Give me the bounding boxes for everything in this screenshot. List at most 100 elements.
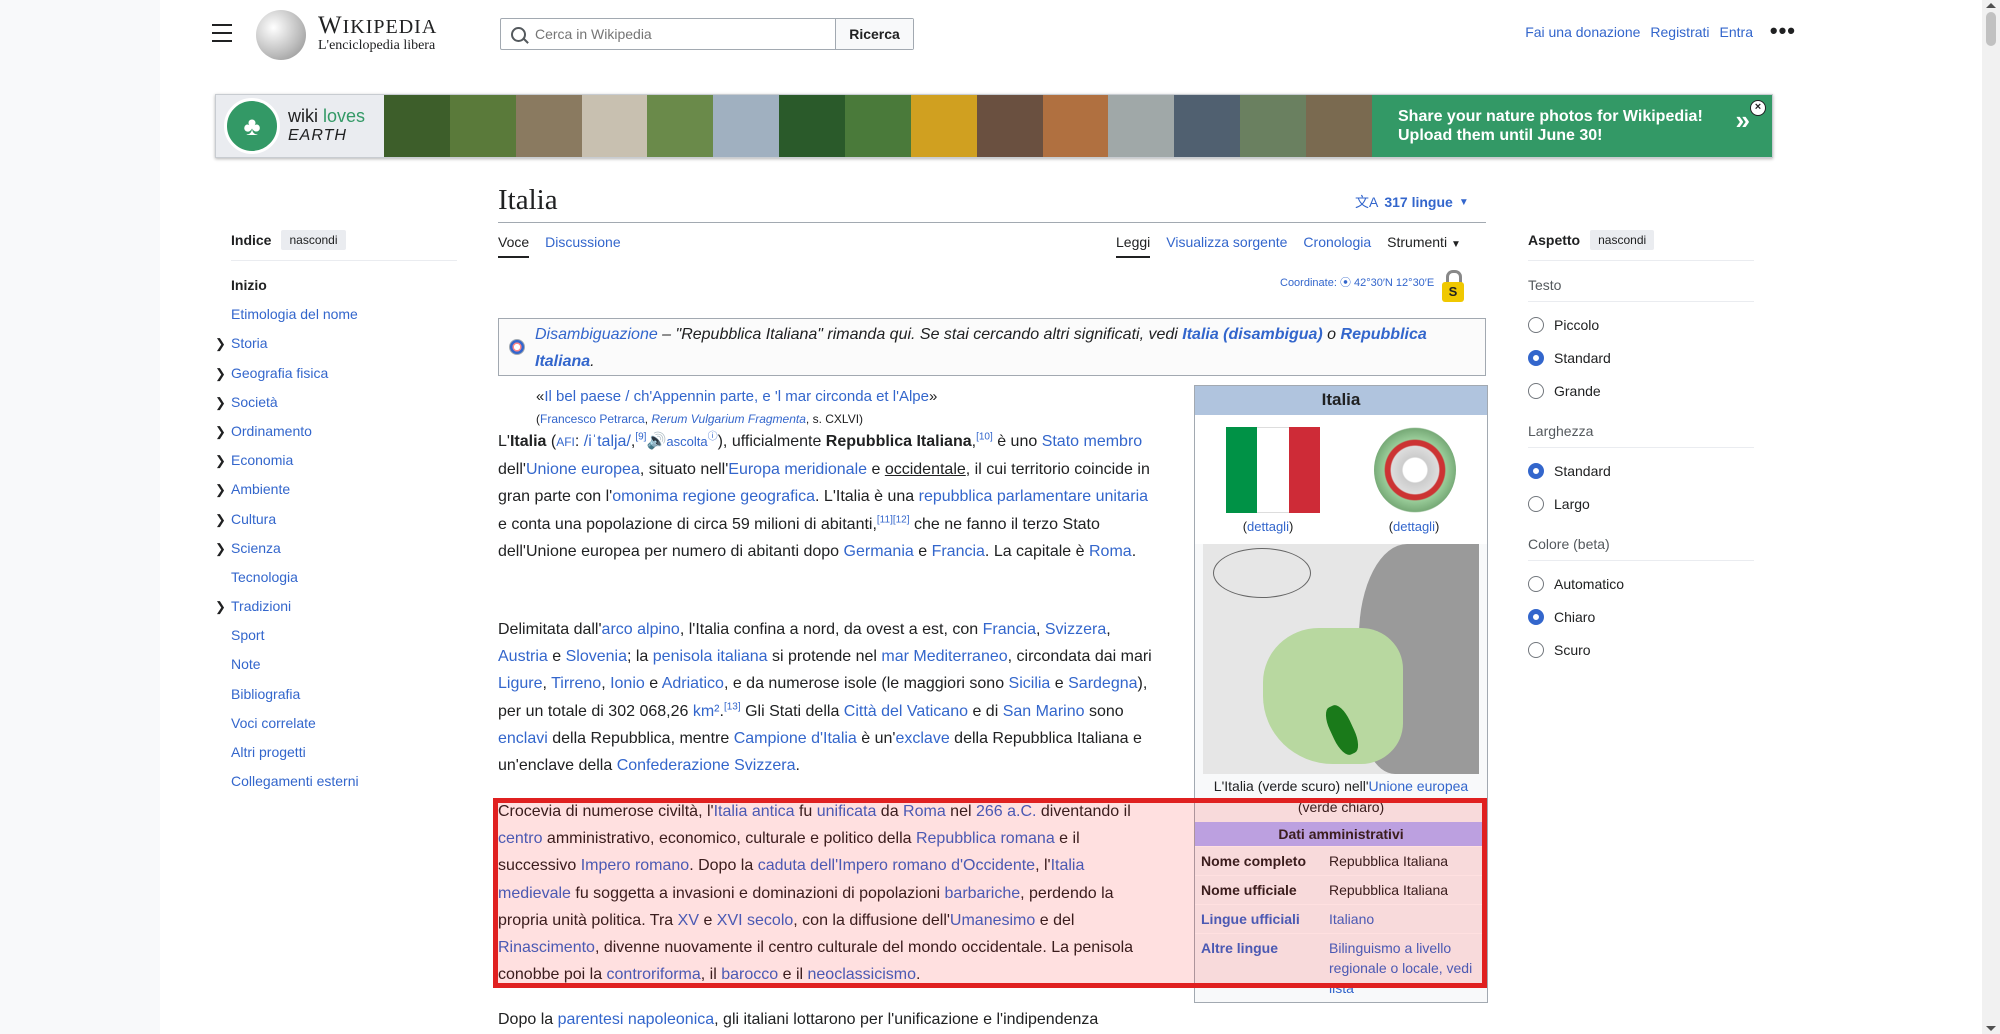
toc-item[interactable]: ❯ Storia bbox=[215, 329, 457, 358]
flag-details-link[interactable]: dettagli bbox=[1247, 519, 1289, 534]
toc-item-label[interactable]: Note bbox=[231, 656, 261, 672]
link-quote[interactable]: Il bel paese / ch'Appennin parte, e 'l m… bbox=[544, 388, 929, 405]
link[interactable]: Germania bbox=[844, 543, 914, 560]
emblem-details-link[interactable]: dettagli bbox=[1393, 519, 1435, 534]
link[interactable]: Rinascimento bbox=[498, 939, 595, 956]
toc-item[interactable]: ❯ Società bbox=[215, 388, 457, 417]
toc-item-label[interactable]: Tecnologia bbox=[231, 569, 298, 585]
link[interactable]: arco alpino bbox=[602, 621, 680, 638]
toc-item-label[interactable]: Bibliografia bbox=[231, 686, 300, 702]
link[interactable]: XVI secolo bbox=[717, 912, 793, 929]
link[interactable]: Tirreno bbox=[551, 675, 601, 692]
search-button[interactable]: Ricerca bbox=[835, 19, 913, 49]
radio-button[interactable] bbox=[1528, 349, 1544, 366]
wikipedia-wordmark[interactable]: WIKIPEDIA bbox=[318, 12, 437, 40]
chevron-right-icon[interactable]: ❯ bbox=[215, 592, 226, 621]
toc-item-label[interactable]: Ambiente bbox=[231, 481, 290, 497]
link[interactable]: enclavi bbox=[498, 730, 548, 747]
toc-item[interactable]: ❯ Geografia fisica bbox=[215, 359, 457, 388]
radio-button[interactable] bbox=[1528, 462, 1544, 479]
tab-cronologia[interactable]: Cronologia bbox=[1303, 234, 1371, 258]
map-caption-link[interactable]: Unione europea bbox=[1369, 778, 1469, 794]
toc-item-label[interactable]: Collegamenti esterni bbox=[231, 773, 359, 789]
scroll-up-arrow[interactable] bbox=[1986, 3, 1996, 8]
appearance-option[interactable]: Standard bbox=[1528, 454, 1754, 487]
toc-item-label[interactable]: Società bbox=[231, 394, 278, 410]
chevron-right-icon[interactable]: ❯ bbox=[215, 417, 226, 446]
tab-voce[interactable]: Voce bbox=[498, 234, 530, 258]
toc-item-label[interactable]: Altri progetti bbox=[231, 744, 306, 760]
main-menu-icon[interactable] bbox=[212, 24, 232, 42]
toc-item-label[interactable]: Scienza bbox=[231, 540, 281, 556]
radio-button[interactable] bbox=[1528, 382, 1544, 399]
toc-item[interactable]: Note bbox=[231, 650, 457, 679]
speaker-icon[interactable]: 🔊 bbox=[646, 433, 666, 450]
link[interactable]: Repubblica romana bbox=[916, 830, 1055, 847]
close-icon[interactable]: × bbox=[1750, 100, 1766, 116]
toc-item[interactable]: Bibliografia bbox=[231, 680, 457, 709]
tab-discussione[interactable]: Discussione bbox=[545, 234, 620, 258]
link[interactable]: Europa meridionale bbox=[728, 461, 867, 478]
toc-item[interactable]: Tecnologia bbox=[231, 563, 457, 592]
link[interactable]: parentesi napoleonica bbox=[558, 1011, 715, 1028]
scrollbar-thumb[interactable] bbox=[1986, 12, 1996, 46]
chevron-right-icon[interactable]: ❯ bbox=[215, 388, 226, 417]
toc-item[interactable]: ❯ Ordinamento bbox=[215, 417, 457, 446]
radio-button[interactable] bbox=[1528, 608, 1544, 625]
link[interactable]: Impero romano bbox=[581, 857, 690, 874]
link-disambiguazione[interactable]: Disambiguazione bbox=[535, 326, 658, 343]
link-italia-disambigua[interactable]: Italia (disambigua) bbox=[1182, 326, 1322, 343]
link[interactable]: Roma bbox=[1089, 543, 1132, 560]
register-link[interactable]: Registrati bbox=[1650, 24, 1709, 40]
link[interactable]: Stato membro bbox=[1042, 433, 1142, 450]
page-scrollbar[interactable] bbox=[1982, 0, 2000, 1034]
link[interactable]: Ionio bbox=[610, 675, 645, 692]
chevron-right-icon[interactable]: ❯ bbox=[215, 329, 226, 358]
link[interactable]: Confederazione Svizzera bbox=[617, 757, 796, 774]
toc-item[interactable]: Voci correlate bbox=[231, 709, 457, 738]
link[interactable]: omonima regione geografica bbox=[612, 488, 815, 505]
toc-item[interactable]: Sport bbox=[231, 621, 457, 650]
chevron-right-icon[interactable]: ❯ bbox=[215, 505, 226, 534]
chevron-right-icon[interactable]: ❯ bbox=[215, 475, 226, 504]
coordinates[interactable]: Coordinate: ⦿ 42°30′N 12°30′E bbox=[1280, 274, 1434, 290]
link[interactable]: Umanesimo bbox=[950, 912, 1035, 929]
search-input[interactable] bbox=[501, 19, 835, 49]
italy-flag-image[interactable] bbox=[1226, 427, 1320, 513]
radio-button[interactable] bbox=[1528, 575, 1544, 592]
link[interactable]: neoclassicismo bbox=[808, 966, 916, 983]
link[interactable]: unificata bbox=[817, 803, 877, 820]
link-petrarca[interactable]: Francesco Petrarca bbox=[540, 412, 645, 426]
link[interactable]: km² bbox=[693, 703, 720, 720]
infobox-key[interactable]: Altre lingue bbox=[1195, 934, 1323, 1002]
toc-item-label[interactable]: Sport bbox=[231, 627, 264, 643]
tab-leggi[interactable]: Leggi bbox=[1116, 234, 1151, 258]
appearance-option[interactable]: Piccolo bbox=[1528, 308, 1754, 341]
infobox-key[interactable]: Lingue ufficiali bbox=[1195, 905, 1323, 933]
language-button[interactable]: 文A 317 lingue ▼ bbox=[1355, 192, 1469, 212]
infobox-value[interactable]: Bilinguismo a livello regionale o locale… bbox=[1323, 934, 1487, 1002]
semi-protection-lock-icon[interactable]: S bbox=[1442, 270, 1464, 302]
italy-emblem-image[interactable] bbox=[1374, 427, 1456, 513]
link[interactable]: mar Mediterraneo bbox=[881, 648, 1007, 665]
toc-item[interactable]: ❯ Tradizioni bbox=[215, 592, 457, 621]
link[interactable]: Francia bbox=[983, 621, 1036, 638]
link[interactable]: Unione europea bbox=[526, 461, 640, 478]
link[interactable]: Città del Vaticano bbox=[844, 703, 968, 720]
link[interactable]: exclave bbox=[895, 730, 949, 747]
appearance-hide-button[interactable]: nascondi bbox=[1590, 230, 1655, 250]
toc-item[interactable]: Altri progetti bbox=[231, 738, 457, 767]
tab-strumenti[interactable]: Strumenti ▼ bbox=[1387, 234, 1461, 258]
link[interactable]: repubblica parlamentare unitaria bbox=[919, 488, 1148, 505]
link[interactable]: Slovenia bbox=[566, 648, 627, 665]
toc-item[interactable]: ❯ Scienza bbox=[215, 534, 457, 563]
appearance-option[interactable]: Grande bbox=[1528, 374, 1754, 407]
europe-map-image[interactable] bbox=[1203, 544, 1479, 774]
scroll-down-arrow[interactable] bbox=[1986, 1026, 1996, 1031]
toc-item[interactable]: Inizio bbox=[231, 271, 457, 300]
link[interactable]: barbariche bbox=[945, 885, 1021, 902]
wikipedia-globe-logo[interactable] bbox=[256, 10, 306, 60]
toc-item-label[interactable]: Storia bbox=[231, 335, 268, 351]
toc-item[interactable]: ❯ Cultura bbox=[215, 505, 457, 534]
link[interactable]: Adriatico bbox=[662, 675, 724, 692]
